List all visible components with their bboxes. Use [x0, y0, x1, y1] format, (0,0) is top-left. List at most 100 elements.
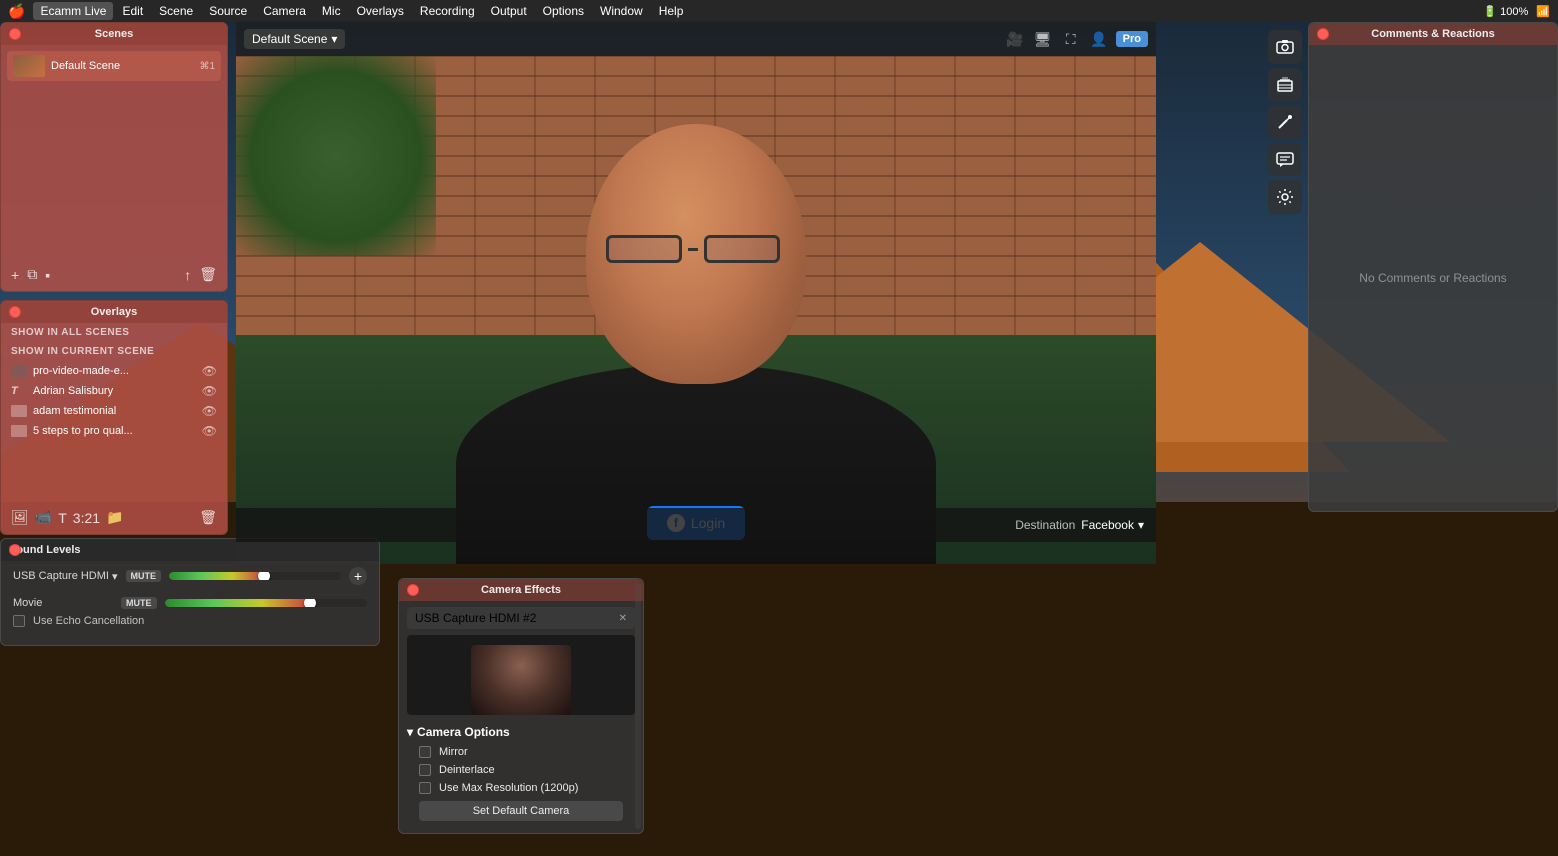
- overlay-name-3: 5 steps to pro qual...: [33, 425, 202, 437]
- video-glasses: [606, 234, 786, 264]
- scenes-titlebar: Scenes: [1, 23, 227, 45]
- overlays-folder-button[interactable]: 📁: [106, 509, 123, 526]
- menubar-output[interactable]: Output: [484, 2, 534, 20]
- scenes-close-button[interactable]: [9, 28, 21, 40]
- sound-movie-label: Movie: [13, 597, 113, 609]
- sound-movie-row: Movie MUTE: [1, 591, 379, 615]
- overlay-eye-0[interactable]: 👁: [202, 364, 217, 378]
- scene-item-default[interactable]: Default Scene ⌘1: [7, 51, 221, 81]
- show-current-scene-label: SHOW IN CURRENT SCENE: [1, 342, 227, 361]
- sound-volume-knob[interactable]: [258, 572, 270, 580]
- video-plant: [236, 56, 436, 256]
- overlays-image-button[interactable]: 🖼: [11, 509, 29, 526]
- comments-close-button[interactable]: [1317, 28, 1329, 40]
- scene-dropdown-label: Default Scene: [252, 32, 327, 46]
- overlays-titlebar: Overlays: [1, 301, 227, 323]
- sound-titlebar: Sound Levels: [1, 539, 379, 561]
- camera-scrollbar[interactable]: [635, 583, 641, 829]
- menubar-mic[interactable]: Mic: [315, 2, 348, 20]
- overlay-item-3[interactable]: 5 steps to pro qual... 👁: [1, 421, 227, 441]
- scenes-add-button[interactable]: +: [11, 267, 19, 283]
- sound-device-arrow: ▾: [112, 570, 118, 583]
- menubar-window[interactable]: Window: [593, 2, 650, 20]
- camera-effects-titlebar: Camera Effects: [399, 579, 643, 601]
- menubar: 🍎 Ecamm Live Edit Scene Source Camera Mi…: [0, 0, 1558, 22]
- comments-titlebar: Comments & Reactions: [1309, 23, 1557, 45]
- overlay-eye-2[interactable]: 👁: [202, 404, 217, 418]
- menubar-source[interactable]: Source: [202, 2, 254, 20]
- sidebar-chat-icon[interactable]: [1268, 143, 1302, 177]
- apple-menu[interactable]: 🍎: [8, 3, 25, 20]
- overlay-item-2[interactable]: adam testimonial 👁: [1, 401, 227, 421]
- menubar-scene[interactable]: Scene: [152, 2, 200, 20]
- camera-effects-title: Camera Effects: [481, 584, 561, 596]
- deinterlace-checkbox[interactable]: [419, 764, 431, 776]
- sound-movie-volume-bar[interactable]: [165, 599, 368, 607]
- overlay-name-1: Adrian Salisbury: [33, 385, 202, 397]
- scenes-duplicate-button[interactable]: ⧉: [27, 266, 37, 283]
- video-icon[interactable]: 🎥: [1004, 28, 1026, 50]
- maxres-label: Use Max Resolution (1200p): [439, 782, 578, 794]
- overlay-eye-1[interactable]: 👁: [202, 384, 217, 398]
- camera-options-header[interactable]: ▾ Camera Options: [407, 721, 635, 743]
- maxres-checkbox[interactable]: [419, 782, 431, 794]
- sidebar-layers-icon[interactable]: [1268, 68, 1302, 102]
- menubar-overlays[interactable]: Overlays: [350, 2, 411, 20]
- camera-effects-close-button[interactable]: [407, 584, 419, 596]
- destination-dropdown[interactable]: Facebook ▾: [1081, 518, 1144, 532]
- menubar-help[interactable]: Help: [652, 2, 691, 20]
- menubar-ecamm[interactable]: Ecamm Live: [33, 2, 113, 20]
- camera-options-label: Camera Options: [417, 725, 510, 739]
- overlay-eye-3[interactable]: 👁: [202, 424, 217, 438]
- sidebar-camera-icon[interactable]: [1268, 30, 1302, 64]
- menubar-camera[interactable]: Camera: [256, 2, 313, 20]
- sound-device-label: USB Capture HDMI ▾: [13, 570, 118, 583]
- scenes-delete-button[interactable]: 🗑: [199, 266, 217, 283]
- mirror-label: Mirror: [439, 746, 468, 758]
- sound-add-button[interactable]: +: [349, 567, 367, 585]
- user-icon[interactable]: 👤: [1088, 28, 1110, 50]
- overlays-time-button[interactable]: 3:21: [73, 510, 100, 526]
- scenes-folder-button[interactable]: ▪: [45, 267, 50, 283]
- menubar-options[interactable]: Options: [536, 2, 591, 20]
- sound-movie-volume-knob[interactable]: [304, 599, 316, 607]
- overlays-video-button[interactable]: 📹: [35, 509, 52, 526]
- pro-badge: Pro: [1116, 31, 1148, 47]
- overlays-panel: Overlays SHOW IN ALL SCENES SHOW IN CURR…: [0, 300, 228, 535]
- overlays-close-button[interactable]: [9, 306, 21, 318]
- menubar-edit[interactable]: Edit: [115, 2, 150, 20]
- overlays-text-button[interactable]: T: [58, 510, 67, 526]
- sound-levels-panel: Sound Levels USB Capture HDMI ▾ MUTE + M…: [0, 538, 380, 646]
- overlay-item-0[interactable]: pro-video-made-e... 👁: [1, 361, 227, 381]
- mirror-checkbox[interactable]: [419, 746, 431, 758]
- camera-device-clear[interactable]: ✕: [619, 613, 627, 624]
- scenes-content: Default Scene ⌘1: [1, 45, 227, 91]
- fullscreen-icon[interactable]: ⛶: [1060, 28, 1082, 50]
- destination-dropdown-arrow: ▾: [1138, 518, 1144, 532]
- sound-device-select[interactable]: USB Capture HDMI ▾: [13, 570, 118, 583]
- sound-movie-volume-fill: [165, 599, 311, 607]
- set-default-camera-button[interactable]: Set Default Camera: [419, 801, 623, 821]
- overlays-delete-button[interactable]: 🗑: [199, 509, 217, 526]
- camera-device-name: USB Capture HDMI #2: [415, 611, 536, 625]
- sound-volume-fill: [169, 572, 264, 580]
- destination-bar: Destination Facebook ▾: [236, 508, 1156, 542]
- deinterlace-label: Deinterlace: [439, 764, 495, 776]
- echo-checkbox[interactable]: [13, 615, 25, 627]
- sound-mute-button[interactable]: MUTE: [126, 570, 162, 582]
- scene-thumbnail: [13, 55, 45, 77]
- sound-volume-bar[interactable]: [169, 572, 341, 580]
- sound-close-button[interactable]: [9, 544, 21, 556]
- menubar-recording[interactable]: Recording: [413, 2, 482, 20]
- scene-dropdown[interactable]: Default Scene ▾: [244, 29, 345, 49]
- overlay-icon-image-3: [11, 425, 27, 437]
- scenes-share-button[interactable]: ↑: [184, 267, 191, 283]
- sound-movie-mute-button[interactable]: MUTE: [121, 597, 157, 609]
- sidebar-wand-icon[interactable]: [1268, 105, 1302, 139]
- camera-preview: [407, 635, 635, 715]
- camera-option-mirror: Mirror: [407, 743, 635, 761]
- monitor-icon[interactable]: 🖥: [1032, 28, 1054, 50]
- overlay-item-1[interactable]: T Adrian Salisbury 👁: [1, 381, 227, 401]
- sidebar-settings-icon[interactable]: [1268, 180, 1302, 214]
- camera-device-dropdown[interactable]: USB Capture HDMI #2 ✕: [407, 607, 635, 629]
